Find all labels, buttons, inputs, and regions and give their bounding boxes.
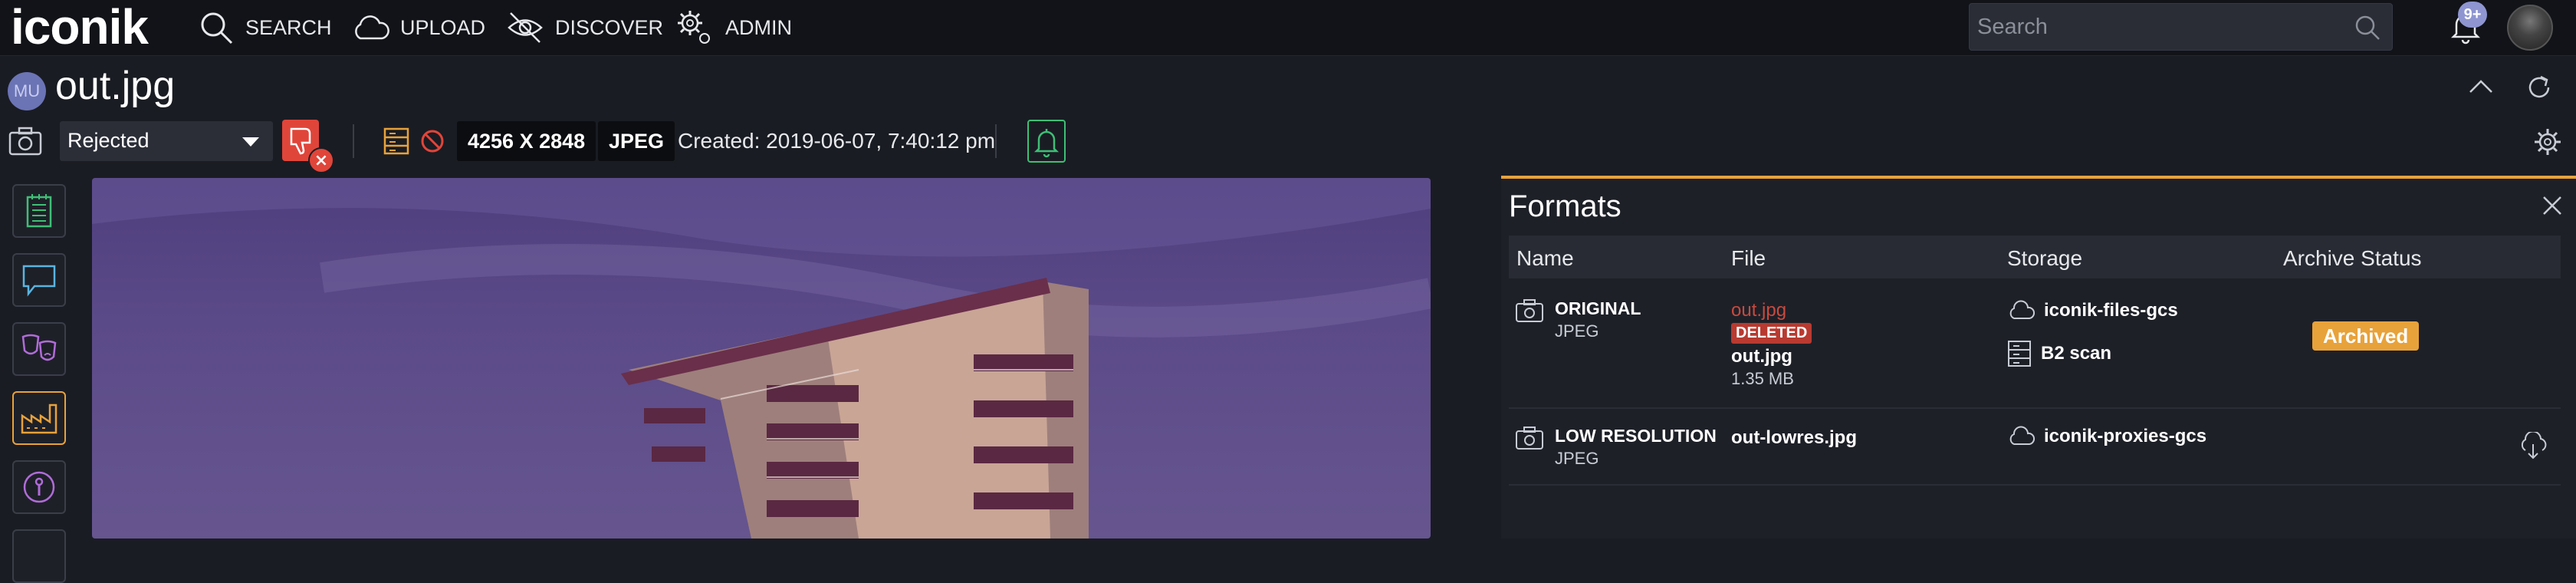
nav-upload-label: UPLOAD [400, 15, 486, 39]
file-size: 1.35 MB [1731, 369, 1794, 388]
nav-admin-label: ADMIN [725, 15, 792, 39]
theater-masks-icon [21, 334, 57, 361]
sidebar-metadata-button[interactable] [12, 184, 66, 238]
approval-status-select[interactable]: Rejected [60, 121, 273, 161]
cloud-icon [2009, 300, 2035, 319]
notification-count-badge: 9+ [2458, 2, 2487, 28]
settings-gear-icon[interactable] [2533, 127, 2562, 156]
formats-table-header: Name File Storage Archive Status [1509, 236, 2561, 278]
storage-item[interactable]: iconik-proxies-gcs [2007, 426, 2206, 447]
column-header-storage: Storage [2007, 246, 2083, 270]
subscribe-notifications-button[interactable] [1027, 120, 1066, 163]
nav-upload[interactable]: UPLOAD [351, 8, 485, 48]
chevron-up-icon[interactable] [2467, 77, 2495, 95]
image-preview[interactable] [92, 178, 1431, 539]
sidebar-info-button[interactable] [12, 460, 66, 514]
search-icon[interactable] [2354, 14, 2381, 41]
file-name[interactable]: out-lowres.jpg [1731, 427, 1857, 449]
sidebar-faces-button[interactable] [12, 322, 66, 376]
archive-status-label: Archived [2312, 321, 2420, 351]
toolbar-divider [995, 124, 997, 158]
iconik-logo[interactable]: iconik [11, 0, 149, 54]
format-name: ORIGINAL [1555, 298, 1641, 318]
discover-eye-icon [508, 12, 543, 43]
nav-search-label: SEARCH [245, 15, 332, 39]
bell-icon [1033, 129, 1060, 158]
approval-status-value: Rejected [67, 129, 150, 152]
camera-icon [1516, 299, 1543, 322]
sidebar-more-button[interactable] [12, 529, 66, 583]
search-input[interactable] [1970, 4, 2345, 50]
global-search [1969, 3, 2393, 51]
sidebar-comments-button[interactable] [12, 253, 66, 307]
camera-icon [8, 127, 42, 156]
format-type: JPEG [1555, 321, 1599, 341]
created-date: Created: 2019-06-07, 7:40:12 pm [678, 129, 996, 153]
notepad-icon [26, 194, 52, 228]
rejected-x-icon: × [308, 147, 334, 173]
table-row[interactable]: ORIGINAL JPEG out.jpg DELETED out.jpg 1.… [1509, 282, 2561, 409]
dimensions-chip: 4256 X 2848 [457, 121, 596, 161]
top-navigation-bar: iconik SEARCH UPLOAD DISCOVER ADMIN 9+ [0, 0, 2576, 56]
cloud-icon [355, 15, 389, 40]
format-name: LOW RESOLUTION [1555, 426, 1717, 446]
deleted-label: DELETED [1731, 323, 1812, 344]
cloud-download-icon[interactable] [2518, 432, 2548, 459]
file-name[interactable]: out.jpg [1731, 346, 1792, 367]
storage-name: iconik-proxies-gcs [2044, 426, 2207, 446]
cloud-icon [2009, 426, 2035, 445]
formats-panel: Formats Name File Storage Archive Status… [1501, 176, 2576, 539]
no-access-icon [421, 130, 444, 153]
table-row[interactable]: LOW RESOLUTION JPEG out-lowres.jpg iconi… [1509, 409, 2561, 486]
storage-name: iconik-files-gcs [2044, 300, 2178, 321]
asset-title-bar [0, 56, 2576, 113]
user-avatar[interactable] [2507, 5, 2553, 51]
factory-icon [21, 403, 58, 434]
nav-search[interactable]: SEARCH [198, 8, 332, 48]
asset-title: out.jpg [55, 64, 176, 108]
storage-name: B2 scan [2041, 343, 2112, 364]
sidebar-formats-button[interactable] [12, 391, 66, 445]
format-type: JPEG [1555, 449, 1599, 468]
search-icon [201, 12, 233, 44]
comment-icon [22, 265, 56, 297]
nav-discover-label: DISCOVER [555, 15, 664, 39]
column-header-archive-status: Archive Status [2283, 246, 2422, 270]
column-header-file: File [1731, 246, 1766, 270]
storage-rack-icon [2008, 341, 2031, 367]
deleted-badge: DELETED [1731, 323, 1812, 344]
owner-avatar[interactable]: MU [8, 72, 46, 110]
nav-discover[interactable]: DISCOVER [506, 8, 663, 48]
format-chip: JPEG [598, 121, 675, 161]
chevron-down-icon [242, 137, 259, 147]
toolbar-divider [353, 124, 354, 158]
storage-item[interactable]: B2 scan [2007, 340, 2111, 367]
building-photo [92, 178, 1431, 539]
storage-item[interactable]: iconik-files-gcs [2007, 300, 2178, 321]
close-icon[interactable] [2541, 194, 2564, 217]
camera-icon [1516, 427, 1543, 450]
nav-admin[interactable]: ADMIN [675, 8, 792, 48]
gear-icon [678, 11, 710, 44]
storage-rack-icon [383, 127, 409, 155]
refresh-icon[interactable] [2524, 72, 2555, 103]
asset-sidebar [0, 178, 77, 583]
info-icon [23, 471, 55, 503]
column-header-name: Name [1516, 246, 1574, 270]
deleted-file-name[interactable]: out.jpg [1731, 300, 1786, 321]
archive-status-badge: Archived [2312, 321, 2420, 351]
panel-title: Formats [1509, 189, 1622, 223]
